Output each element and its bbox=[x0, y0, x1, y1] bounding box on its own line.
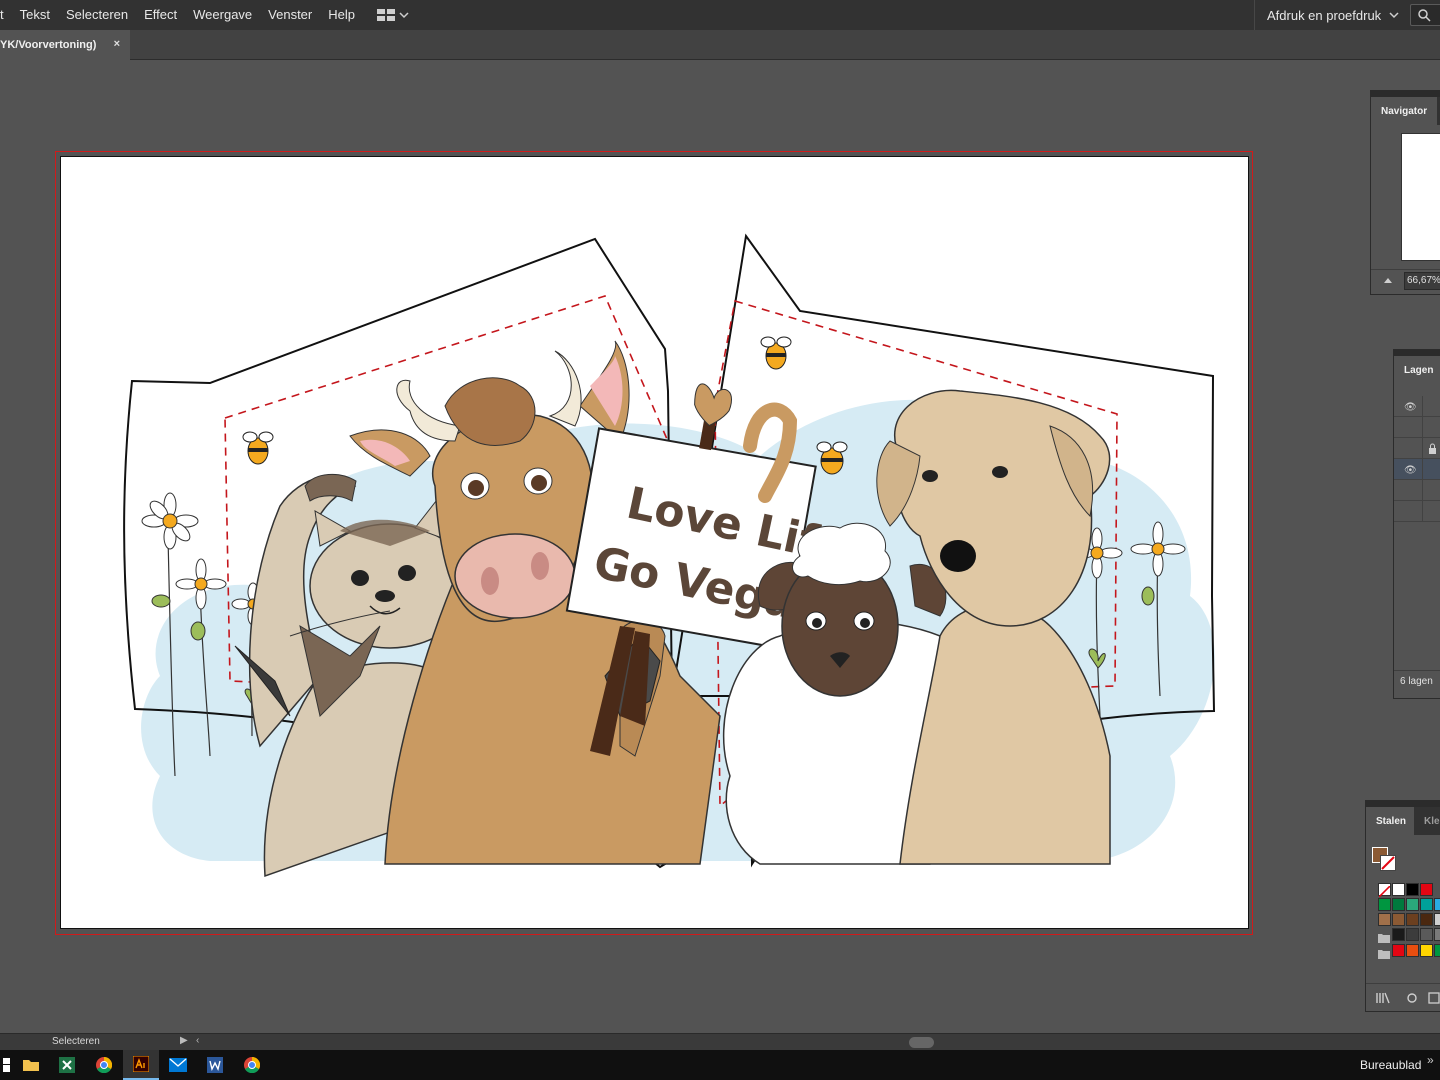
color-swatch[interactable] bbox=[1392, 883, 1405, 896]
menu-item-venster[interactable]: Venster bbox=[260, 0, 320, 30]
swatch-library-icon[interactable] bbox=[1376, 992, 1390, 1004]
color-swatch[interactable] bbox=[1420, 898, 1433, 911]
navigator-tab[interactable]: Navigator bbox=[1371, 97, 1438, 125]
menu-item-effect[interactable]: Effect bbox=[136, 0, 185, 30]
chrome-icon bbox=[96, 1057, 112, 1073]
color-swatch[interactable] bbox=[1420, 928, 1433, 941]
taskbar-mail[interactable] bbox=[160, 1050, 196, 1080]
taskbar-file-explorer[interactable] bbox=[13, 1050, 49, 1080]
menu-item-weergave[interactable]: Weergave bbox=[185, 0, 260, 30]
menu-item-tekst[interactable]: Tekst bbox=[12, 0, 58, 30]
word-icon bbox=[207, 1057, 223, 1073]
color-swatch[interactable] bbox=[1406, 928, 1419, 941]
stroke-swatch[interactable] bbox=[1380, 855, 1396, 871]
swatch-options-icon[interactable] bbox=[1406, 992, 1418, 1004]
illustrator-icon bbox=[133, 1056, 149, 1072]
zoom-out-icon[interactable] bbox=[1383, 276, 1393, 284]
taskbar-excel[interactable] bbox=[49, 1050, 85, 1080]
folder-icon bbox=[23, 1060, 39, 1071]
desktop-toolbar-label[interactable]: Bureaublad bbox=[1360, 1058, 1421, 1072]
excel-icon bbox=[59, 1057, 75, 1073]
color-tab[interactable]: Kle bbox=[1414, 807, 1440, 835]
chevron-down-icon bbox=[1389, 12, 1399, 19]
layers-panel: Lagen 👁 👁 6 lagen bbox=[1393, 349, 1440, 699]
none-swatch[interactable] bbox=[1378, 883, 1391, 898]
mask-artwork[interactable]: Love Life Go Vegan bbox=[60, 156, 1249, 929]
arrange-grid-icon bbox=[377, 9, 395, 21]
eye-icon[interactable]: 👁 bbox=[1404, 465, 1417, 476]
color-swatch[interactable] bbox=[1406, 898, 1419, 911]
color-swatch[interactable] bbox=[1378, 913, 1391, 926]
menu-item-selecteren[interactable]: Selecteren bbox=[58, 0, 136, 30]
scroll-left-icon[interactable]: ‹ bbox=[196, 1035, 199, 1046]
color-swatch[interactable] bbox=[1434, 913, 1440, 926]
new-group-icon[interactable] bbox=[1428, 992, 1440, 1004]
chrome-icon bbox=[244, 1057, 260, 1073]
color-swatch[interactable] bbox=[1434, 928, 1440, 941]
taskbar-overflow-icon[interactable]: » bbox=[1427, 1053, 1434, 1067]
navigator-panel: Navigator 66,67% bbox=[1370, 90, 1440, 295]
taskbar-chrome-2[interactable] bbox=[234, 1050, 270, 1080]
menu-item-type-partial[interactable]: t bbox=[0, 0, 12, 30]
color-swatch[interactable] bbox=[1378, 898, 1391, 911]
layer-row[interactable] bbox=[1394, 501, 1440, 522]
lock-icon[interactable] bbox=[1428, 443, 1437, 454]
layers-tab[interactable]: Lagen bbox=[1394, 356, 1440, 384]
workspace-label: Afdruk en proefdruk bbox=[1267, 7, 1382, 23]
swatches-tab[interactable]: Stalen bbox=[1366, 807, 1417, 835]
status-bar: Selecteren ▶ ‹ bbox=[0, 1033, 1440, 1050]
layer-count: 6 lagen bbox=[1394, 670, 1440, 692]
swatch-group-folder-icon[interactable] bbox=[1378, 946, 1390, 964]
layer-row-selected[interactable]: 👁 bbox=[1394, 459, 1440, 480]
search-input[interactable] bbox=[1410, 4, 1440, 26]
layer-row[interactable]: 👁 bbox=[1394, 396, 1440, 417]
color-swatch[interactable] bbox=[1420, 944, 1433, 957]
layer-row[interactable] bbox=[1394, 480, 1440, 501]
color-swatch[interactable] bbox=[1420, 883, 1433, 896]
workspace-switcher[interactable]: Afdruk en proefdruk bbox=[1254, 0, 1404, 30]
status-menu-arrow-icon[interactable]: ▶ bbox=[180, 1035, 188, 1046]
document-tab-bar: YK/Voorvertoning) × bbox=[0, 30, 1440, 60]
windows-icon bbox=[3, 1058, 10, 1072]
color-swatch[interactable] bbox=[1434, 898, 1440, 911]
document-tab[interactable]: YK/Voorvertoning) × bbox=[0, 30, 130, 60]
taskbar-chrome[interactable] bbox=[86, 1050, 122, 1080]
layer-row[interactable] bbox=[1394, 417, 1440, 438]
navigator-footer: 66,67% bbox=[1371, 269, 1440, 291]
mail-icon bbox=[169, 1058, 187, 1072]
taskbar-illustrator[interactable] bbox=[123, 1050, 159, 1080]
menu-bar: t Tekst Selecteren Effect Weergave Venst… bbox=[0, 0, 1440, 30]
taskbar-word[interactable] bbox=[197, 1050, 233, 1080]
swatch-footer bbox=[1366, 983, 1440, 1009]
document-tab-label: YK/Voorvertoning) bbox=[0, 39, 97, 51]
eye-icon[interactable]: 👁 bbox=[1404, 402, 1417, 413]
color-swatch[interactable] bbox=[1406, 883, 1419, 896]
navigator-preview[interactable] bbox=[1401, 133, 1440, 261]
color-swatch[interactable] bbox=[1406, 944, 1419, 957]
color-swatch[interactable] bbox=[1392, 928, 1405, 941]
color-swatch[interactable] bbox=[1434, 944, 1440, 957]
fill-stroke-indicator[interactable] bbox=[1372, 847, 1396, 871]
layer-row[interactable] bbox=[1394, 438, 1440, 459]
color-swatch[interactable] bbox=[1392, 898, 1405, 911]
none-stroke-icon bbox=[1381, 856, 1395, 870]
taskbar: Bureaublad » bbox=[0, 1050, 1440, 1080]
chevron-down-icon bbox=[399, 12, 409, 19]
zoom-level-field[interactable]: 66,67% bbox=[1404, 272, 1440, 290]
color-swatch[interactable] bbox=[1420, 913, 1433, 926]
color-swatch[interactable] bbox=[1392, 944, 1405, 957]
color-swatch[interactable] bbox=[1392, 913, 1405, 926]
menu-item-help[interactable]: Help bbox=[320, 0, 363, 30]
swatches-panel: Stalen Kle bbox=[1365, 800, 1440, 1012]
search-icon bbox=[1418, 9, 1431, 22]
arrange-documents-button[interactable] bbox=[377, 9, 409, 21]
color-swatch[interactable] bbox=[1406, 913, 1419, 926]
close-tab-icon[interactable]: × bbox=[114, 38, 120, 50]
current-tool-label: Selecteren bbox=[52, 1036, 100, 1047]
horizontal-scrollbar-thumb[interactable] bbox=[909, 1037, 934, 1048]
